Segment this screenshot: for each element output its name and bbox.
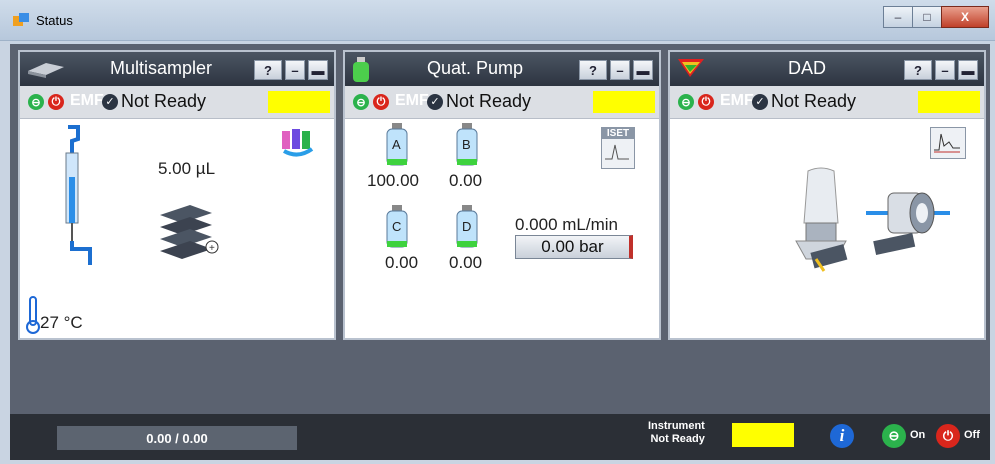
minimize-panel-button[interactable]: –	[935, 60, 955, 80]
bottle-b-label: B	[462, 137, 471, 152]
instrument-status-indicator	[732, 423, 794, 447]
pump-body[interactable]: A 100.00 B 0.00 C 0.00 D 0.00 0.000 mL/m…	[345, 119, 659, 341]
help-button[interactable]: ?	[904, 60, 932, 80]
check-icon: ✓	[102, 93, 118, 110]
pressure-display[interactable]: 0.00 bar	[515, 235, 633, 259]
panel-controls: ? – ▬	[254, 60, 328, 80]
panel-controls: ? – ▬	[579, 60, 653, 80]
flow-value: 0.000 mL/min	[515, 215, 618, 234]
multisampler-icon	[28, 63, 64, 78]
on-button[interactable]: ⊖	[28, 94, 44, 110]
maximize-panel-button[interactable]: ▬	[958, 60, 978, 80]
lamp-icon	[795, 167, 848, 272]
status-row: ⊖ ⏻ EMF ✓ Not Ready	[670, 86, 984, 119]
bottle-c-value: 0.00	[385, 253, 419, 272]
off-button[interactable]: ⏻	[373, 94, 389, 110]
minimize-panel-button[interactable]: –	[610, 60, 630, 80]
bottle-b-value: 0.00	[449, 171, 483, 190]
on-label: On	[910, 429, 926, 441]
emf-label: EMF	[395, 92, 429, 109]
dad-panel: DAD ? – ▬ ⊖ ⏻ EMF ✓ Not Ready	[668, 50, 986, 340]
instrument-on-button[interactable]: ⊖	[882, 424, 906, 448]
window-title: Status	[36, 13, 73, 28]
ready-status: ✓ Not Ready	[102, 91, 206, 112]
dad-body[interactable]	[670, 119, 984, 341]
on-button[interactable]: ⊖	[353, 94, 369, 110]
emf-label: EMF	[70, 92, 104, 109]
status-row: ⊖ ⏻ EMF ✓ Not Ready	[345, 86, 659, 119]
bottle-d-value: 0.00	[449, 253, 483, 272]
instrument-off-button[interactable]: ⏻	[936, 424, 960, 448]
multisampler-panel: Multisampler ? – ▬ ⊖ ⏻ EMF ✓ Not Ready 2…	[18, 50, 336, 340]
maximize-panel-button[interactable]: ▬	[308, 60, 328, 80]
status-indicator	[918, 91, 980, 113]
spectrum-icon[interactable]	[930, 127, 966, 159]
window-titlebar[interactable]: Status – □ X	[0, 0, 995, 41]
multisampler-body[interactable]: 27 °C 5.00 µL +	[20, 119, 334, 341]
svg-text:+: +	[209, 243, 215, 254]
flow-cell-icon	[866, 192, 950, 255]
on-button[interactable]: ⊖	[678, 94, 694, 110]
check-icon: ✓	[427, 93, 443, 110]
minimize-panel-button[interactable]: –	[285, 60, 305, 80]
status-content: Multisampler ? – ▬ ⊖ ⏻ EMF ✓ Not Ready 2…	[10, 44, 990, 414]
run-progress: 0.00 / 0.00	[57, 426, 297, 450]
emf-label: EMF	[720, 92, 754, 109]
panel-controls: ? – ▬	[904, 60, 978, 80]
minimize-button[interactable]: –	[883, 6, 913, 28]
dad-header: DAD ? – ▬	[670, 52, 984, 86]
volume-value: 5.00 µL	[158, 159, 216, 178]
status-app-icon	[13, 13, 29, 26]
off-label: Off	[964, 429, 980, 441]
instrument-label-line2: Not Ready	[650, 433, 705, 445]
panel-title: DAD	[788, 58, 827, 78]
panel-title: Quat. Pump	[427, 58, 524, 78]
tray-stack-icon: +	[160, 205, 219, 259]
syringe-icon	[65, 125, 92, 265]
thermometer-icon	[26, 296, 40, 334]
status-text: Not Ready	[446, 91, 532, 111]
info-icon[interactable]: i	[830, 424, 854, 448]
instrument-status-label: Instrument Not Ready	[648, 420, 705, 446]
status-indicator	[593, 91, 655, 113]
help-button[interactable]: ?	[579, 60, 607, 80]
vials-icon[interactable]	[280, 125, 316, 157]
multisampler-header: Multisampler ? – ▬	[20, 52, 334, 86]
check-icon: ✓	[752, 93, 768, 110]
off-button[interactable]: ⏻	[698, 94, 714, 110]
bottle-d-label: D	[462, 219, 472, 234]
bottle-a-label: A	[392, 137, 401, 152]
maximize-panel-button[interactable]: ▬	[633, 60, 653, 80]
close-button[interactable]: X	[941, 6, 989, 28]
pump-header: Quat. Pump ? – ▬	[345, 52, 659, 86]
temperature-value: 27 °C	[40, 313, 83, 332]
iset-icon[interactable]: ISET	[601, 127, 635, 169]
maximize-button[interactable]: □	[912, 6, 942, 28]
ready-status: ✓ Not Ready	[752, 91, 856, 112]
status-text: Not Ready	[771, 91, 857, 111]
status-text: Not Ready	[121, 91, 207, 111]
off-button[interactable]: ⏻	[48, 94, 64, 110]
status-row: ⊖ ⏻ EMF ✓ Not Ready	[20, 86, 334, 119]
status-indicator	[268, 91, 330, 113]
instrument-label-line1: Instrument	[648, 420, 705, 432]
panel-title: Multisampler	[110, 58, 213, 78]
iset-label: ISET	[602, 128, 634, 139]
pump-panel: Quat. Pump ? – ▬ ⊖ ⏻ EMF ✓ Not Ready A 1…	[343, 50, 661, 340]
window-controls: – □ X	[883, 6, 989, 28]
status-footer: 0.00 / 0.00 Instrument Not Ready i ⊖ On …	[10, 414, 990, 460]
ready-status: ✓ Not Ready	[427, 91, 531, 112]
pump-bottle-icon	[353, 57, 369, 82]
bottle-c-label: C	[392, 219, 402, 234]
dad-rainbow-icon	[678, 59, 704, 77]
bottle-a-value: 100.00	[367, 171, 419, 190]
help-button[interactable]: ?	[254, 60, 282, 80]
